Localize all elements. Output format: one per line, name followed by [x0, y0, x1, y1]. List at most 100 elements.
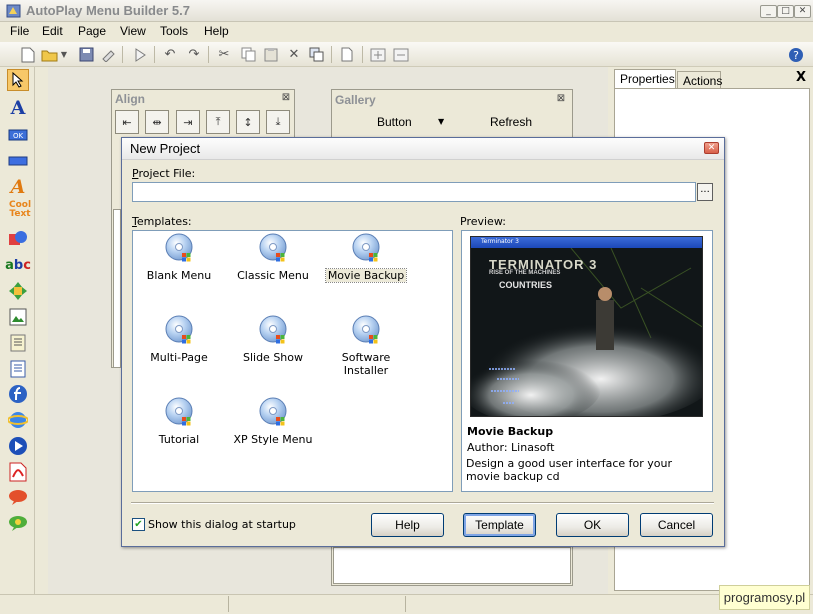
gallery-window-title: Gallery	[335, 93, 376, 107]
template-label: Classic Menu	[237, 269, 309, 282]
help-button[interactable]: Help	[371, 513, 444, 537]
speech-bubble-icon[interactable]	[7, 486, 29, 508]
fancy-text-icon[interactable]: A	[7, 176, 29, 198]
redo-icon[interactable]: ↷	[184, 45, 204, 64]
gallery-refresh-button[interactable]: Refresh	[490, 115, 532, 129]
chat-bubble-icon[interactable]	[7, 512, 29, 534]
show-at-startup-checkbox[interactable]: ✔	[132, 518, 145, 531]
template-item[interactable]: Software Installer	[318, 315, 414, 377]
list-tool-icon[interactable]	[7, 358, 29, 380]
svg-text:OK: OK	[13, 132, 24, 140]
shapes-tool-icon[interactable]	[7, 228, 29, 250]
project-file-label: Project File:	[132, 167, 196, 180]
image-tool-icon[interactable]	[7, 306, 29, 328]
menu-help[interactable]: Help	[204, 24, 229, 38]
template-item[interactable]: Tutorial	[131, 397, 227, 446]
align-close-icon[interactable]: ⊠	[280, 93, 292, 104]
cd-disc-icon	[259, 233, 287, 262]
template-item[interactable]: Slide Show	[225, 315, 321, 364]
bar-tool-icon[interactable]	[7, 150, 29, 172]
align-left-icon[interactable]: ⇤	[115, 110, 139, 134]
gallery-close-icon[interactable]: ⊠	[555, 94, 567, 105]
flash-icon[interactable]	[7, 383, 29, 405]
open-folder-icon[interactable]	[40, 45, 60, 64]
cd-disc-icon	[165, 233, 193, 262]
cool-text-icon[interactable]: Cool Text	[7, 201, 33, 223]
template-item[interactable]: Multi-Page	[131, 315, 227, 364]
play-preview-icon[interactable]	[130, 45, 150, 64]
show-at-startup-label: Show this dialog at startup	[148, 518, 296, 531]
save-icon[interactable]	[76, 45, 96, 64]
dropdown-arrow-icon[interactable]: ▼	[58, 45, 70, 64]
window-title: AutoPlay Menu Builder 5.7	[26, 3, 190, 18]
close-button[interactable]: ✕	[794, 5, 811, 18]
browse-button[interactable]: ...	[697, 183, 713, 201]
menu-tools[interactable]: Tools	[160, 24, 188, 38]
ok-button[interactable]: OK	[556, 513, 629, 537]
project-file-input[interactable]	[132, 182, 696, 202]
web-browser-icon[interactable]	[7, 409, 29, 431]
menu-file[interactable]: File	[10, 24, 29, 38]
button-tool-icon[interactable]: OK	[7, 124, 29, 146]
template-item[interactable]: Classic Menu	[225, 233, 321, 282]
template-item[interactable]: Movie Backup	[318, 233, 414, 283]
new-file-icon[interactable]	[18, 45, 38, 64]
preview-label: Preview:	[460, 215, 506, 228]
dialog-title: New Project	[130, 141, 201, 156]
save-as-icon[interactable]	[98, 45, 118, 64]
toolbar-separator	[331, 46, 332, 63]
cd-disc-icon	[352, 315, 380, 344]
status-bar	[0, 594, 813, 614]
duplicate-icon[interactable]	[306, 45, 326, 64]
tab-properties[interactable]: Properties	[614, 69, 676, 88]
align-bottom-icon[interactable]: ⤓	[266, 110, 290, 134]
align-center-icon[interactable]: ⇹	[145, 110, 169, 134]
align-middle-icon[interactable]: ↕	[236, 110, 260, 134]
template-label: XP Style Menu	[233, 433, 313, 446]
text-tool-icon[interactable]: A	[7, 97, 29, 119]
zoom-in-icon[interactable]	[368, 45, 388, 64]
align-right-icon[interactable]: ⇥	[176, 110, 200, 134]
gallery-button-dropdown[interactable]: Button	[377, 115, 412, 129]
cd-disc-icon	[352, 233, 380, 262]
template-item[interactable]: XP Style Menu	[225, 397, 321, 446]
page-properties-icon[interactable]	[337, 45, 357, 64]
minimize-button[interactable]: _	[760, 5, 777, 18]
delete-icon[interactable]: ✕	[284, 45, 304, 64]
select-pointer-icon[interactable]	[7, 69, 29, 91]
zoom-out-icon[interactable]	[391, 45, 411, 64]
menu-page[interactable]: Page	[78, 24, 106, 38]
dialog-close-icon[interactable]: ✕	[704, 142, 719, 154]
cut-icon[interactable]: ✂	[214, 45, 234, 64]
menu-view[interactable]: View	[120, 24, 146, 38]
media-player-icon[interactable]	[7, 435, 29, 457]
pdf-icon[interactable]	[7, 461, 29, 483]
gallery-list	[333, 547, 571, 584]
copy-icon[interactable]	[238, 45, 258, 64]
document-tool-icon[interactable]	[7, 332, 29, 354]
preview-title-line3: COUNTRIES	[499, 280, 553, 290]
cancel-button[interactable]: Cancel	[640, 513, 713, 537]
cd-disc-icon	[165, 397, 193, 426]
templates-label: Templates:	[132, 215, 192, 228]
abc-text-icon[interactable]: abc	[5, 254, 31, 276]
maximize-button[interactable]: □	[777, 5, 794, 18]
help-icon[interactable]: ?	[786, 45, 806, 64]
template-label: Tutorial	[158, 433, 200, 446]
undo-icon[interactable]: ↶	[160, 45, 180, 64]
app-icon	[6, 4, 21, 18]
dropdown-arrow-icon[interactable]: ▼	[438, 117, 444, 126]
preview-template-name: Movie Backup	[467, 425, 554, 438]
preview-window-title: Terminator 3	[481, 238, 519, 245]
cd-disc-icon	[165, 315, 193, 344]
move-tool-icon[interactable]	[7, 280, 29, 302]
align-top-icon[interactable]: ⤒	[206, 110, 230, 134]
side-panel-close-icon[interactable]: X	[796, 70, 806, 85]
paste-icon[interactable]	[261, 45, 281, 64]
cd-disc-icon	[259, 315, 287, 344]
template-button[interactable]: Template	[463, 513, 536, 537]
align-window-title: Align	[115, 92, 145, 106]
preview-author: Author: Linasoft	[467, 441, 555, 454]
menu-edit[interactable]: Edit	[42, 24, 63, 38]
template-item[interactable]: Blank Menu	[131, 233, 227, 282]
